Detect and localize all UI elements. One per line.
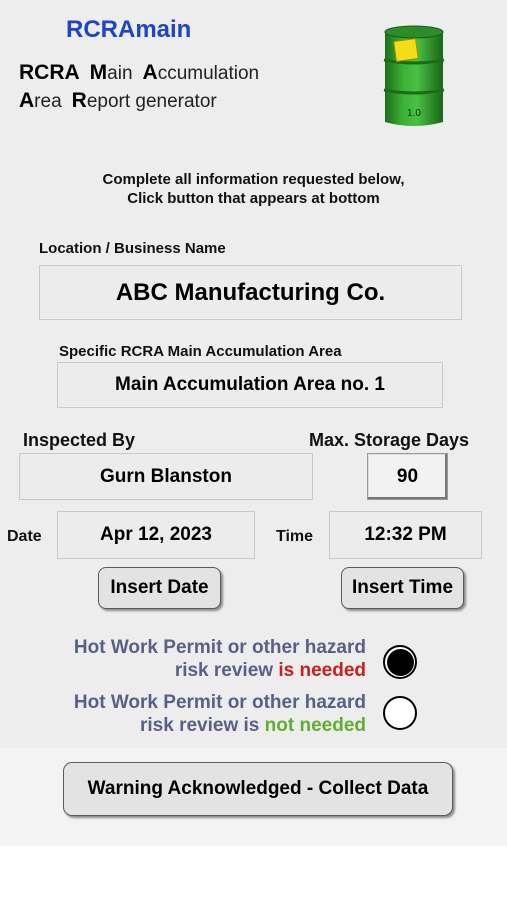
hazard-not-needed-option-label[interactable]: Hot Work Permit or other hazard risk rev… bbox=[74, 691, 366, 737]
inspected-by-field[interactable]: Gurn Blanston bbox=[19, 453, 313, 500]
area-label: Specific RCRA Main Accumulation Area bbox=[59, 343, 342, 360]
hazard-not-needed-radio[interactable] bbox=[383, 696, 417, 730]
radio-selected-dot bbox=[386, 648, 414, 676]
instructions-line-1: Complete all information requested below… bbox=[102, 171, 405, 188]
subtitle-line-2: Area Report generator bbox=[19, 89, 217, 112]
max-storage-field[interactable]: 90 bbox=[367, 453, 448, 500]
inspected-by-label: Inspected By bbox=[23, 430, 136, 450]
hazard-needed-radio[interactable] bbox=[383, 645, 417, 679]
area-field[interactable]: Main Accumulation Area no. 1 bbox=[57, 362, 443, 408]
app-title: RCRAmain bbox=[66, 16, 192, 43]
time-label: Time bbox=[276, 528, 314, 545]
date-label: Date bbox=[7, 528, 42, 545]
insert-time-button[interactable]: Insert Time bbox=[341, 567, 464, 609]
time-field[interactable]: 12:32 PM bbox=[329, 511, 482, 559]
hazard-needed-option-label[interactable]: Hot Work Permit or other hazard risk rev… bbox=[74, 636, 366, 682]
acknowledge-collect-data-button[interactable]: Warning Acknowledged - Collect Data bbox=[63, 762, 453, 816]
subtitle-line-1: RCRA Main Accumulation bbox=[19, 61, 260, 84]
location-label: Location / Business Name bbox=[39, 240, 226, 257]
location-field[interactable]: ABC Manufacturing Co. bbox=[39, 265, 462, 320]
max-storage-label: Max. Storage Days bbox=[309, 430, 470, 450]
date-field[interactable]: Apr 12, 2023 bbox=[57, 511, 255, 559]
barrel-version-text: 1.0 bbox=[407, 108, 421, 119]
barrel-logo-icon: 1.0 bbox=[383, 25, 445, 126]
instructions-line-2: Click button that appears at bottom bbox=[127, 190, 380, 207]
insert-date-button[interactable]: Insert Date bbox=[98, 567, 221, 609]
